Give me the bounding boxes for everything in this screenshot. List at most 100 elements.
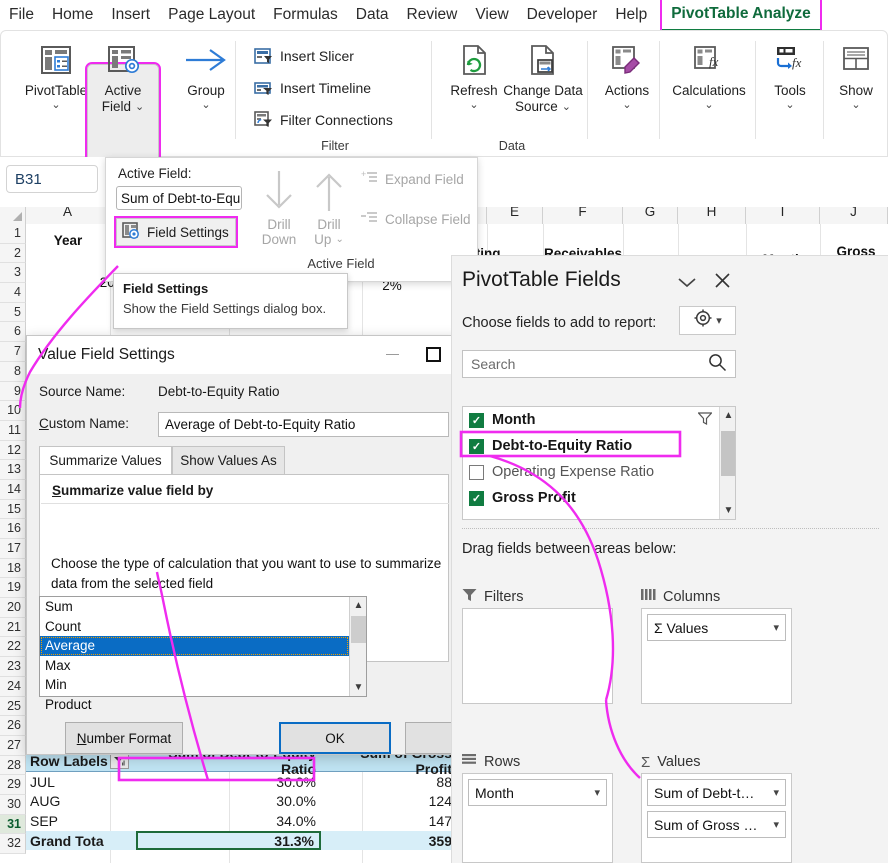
pivottable-button[interactable]: PivotTable ⌄ — [19, 37, 93, 111]
area-values-dropzone[interactable]: Sum of Debt-t… ▾ Sum of Gross … ▾ — [641, 773, 792, 863]
pivot-row-gross-profit[interactable]: 147 — [321, 813, 457, 829]
cell-A1-year[interactable]: Year — [26, 230, 110, 250]
tab-pivottable-analyze[interactable]: PivotTable Analyze — [662, 0, 820, 32]
chip-month-chevron-down-icon[interactable]: ▾ — [594, 786, 600, 799]
row-header-1[interactable]: 1 — [0, 224, 26, 244]
tab-home[interactable]: Home — [43, 0, 102, 30]
scroll-down-arrow-icon[interactable]: ▼ — [350, 679, 367, 696]
row-header-16[interactable]: 16 — [0, 519, 26, 539]
row-header-13[interactable]: 13 — [0, 460, 26, 480]
tab-view[interactable]: View — [466, 0, 517, 30]
calculations-button[interactable]: fx Calculations ⌄ — [665, 37, 753, 111]
field-item-operating-expense-ratio[interactable]: Operating Expense Ratio — [463, 459, 719, 485]
row-header-27[interactable]: 27 — [0, 736, 26, 756]
area-columns-dropzone[interactable]: Σ Values ▾ — [641, 608, 792, 704]
field-scrollbar-thumb[interactable] — [721, 431, 735, 476]
field-list-scrollbar[interactable]: ▲ ▼ — [719, 407, 735, 519]
refresh-chevron-down-icon[interactable]: ⌄ — [437, 99, 511, 111]
row-header-21[interactable]: 21 — [0, 618, 26, 638]
change-data-source-chevron-down-icon[interactable]: ⌄ — [562, 101, 571, 113]
tab-insert[interactable]: Insert — [102, 0, 159, 30]
row-header-7[interactable]: 7 — [0, 342, 26, 362]
group-button[interactable]: Group ⌄ — [169, 37, 243, 111]
tab-formulas[interactable]: Formulas — [264, 0, 347, 30]
summarize-option-average[interactable]: Average — [40, 636, 349, 656]
maximize-icon[interactable] — [426, 347, 441, 362]
checkbox-icon[interactable] — [469, 465, 484, 480]
listbox-scrollbar[interactable]: ▲ ▼ — [349, 597, 366, 696]
row-header-18[interactable]: 18 — [0, 559, 26, 579]
row-header-31[interactable]: 31 — [0, 815, 26, 835]
row-header-5[interactable]: 5 — [0, 303, 26, 323]
summarize-option-min[interactable]: Min — [40, 675, 349, 695]
dialog-tab-strip[interactable]: Summarize Values By Show Values As — [39, 446, 449, 475]
area-filters[interactable]: Filters — [462, 586, 613, 706]
active-field-button-content[interactable]: Active Field ⌄ — [88, 37, 158, 115]
field-item-debt-to-equity-ratio[interactable]: ✓Debt-to-Equity Ratio — [463, 433, 719, 459]
summarize-option-count[interactable]: Count — [40, 617, 349, 637]
chip-sum-debt-chevron-down-icon[interactable]: ▾ — [773, 786, 779, 799]
field-search-box[interactable]: Search — [462, 350, 736, 378]
actions-button[interactable]: Actions ⌄ — [595, 37, 659, 111]
pivottable-fields-pane[interactable]: PivotTable Fields Choose fields to add t… — [451, 255, 888, 863]
refresh-button[interactable]: Refresh ⌄ — [437, 37, 511, 111]
checkbox-icon[interactable]: ✓ — [469, 413, 484, 428]
field-list-options-button[interactable]: ▾ — [679, 306, 736, 335]
tools-button[interactable]: fx Tools ⌄ — [759, 37, 821, 111]
row-header-3[interactable]: 3 — [0, 263, 26, 283]
chip-values[interactable]: Σ Values ▾ — [647, 614, 786, 641]
search-input[interactable]: Search — [471, 356, 515, 372]
summarize-options-listbox[interactable]: SumCountAverageMaxMinProduct ▲ ▼ — [39, 596, 367, 697]
area-columns[interactable]: Columns Σ Values ▾ — [641, 586, 792, 706]
row-header-26[interactable]: 26 — [0, 716, 26, 736]
row-header-23[interactable]: 23 — [0, 657, 26, 677]
tab-page-layout[interactable]: Page Layout — [159, 0, 264, 30]
field-item-month[interactable]: ✓Month — [463, 407, 719, 433]
scroll-up-arrow-icon[interactable]: ▲ — [350, 597, 367, 614]
row-header-25[interactable]: 25 — [0, 697, 26, 717]
area-rows-dropzone[interactable]: Month ▾ — [462, 773, 613, 863]
filter-connections-item[interactable]: Filter Connections — [253, 107, 393, 133]
pivot-row-debt-to-equity[interactable]: 34.0% — [136, 813, 321, 829]
show-chevron-down-icon[interactable]: ⌄ — [827, 99, 885, 111]
chip-sum-of-debt-to-equity[interactable]: Sum of Debt-t… ▾ — [647, 779, 786, 806]
pivot-row-debt-to-equity[interactable]: 30.0% — [136, 793, 321, 809]
checkbox-icon[interactable]: ✓ — [469, 491, 484, 506]
row-header-24[interactable]: 24 — [0, 677, 26, 697]
group-chevron-down-icon[interactable]: ⌄ — [169, 99, 243, 111]
summarize-option-sum[interactable]: Sum — [40, 597, 349, 617]
row-header-2[interactable]: 2 — [0, 244, 26, 264]
tab-review[interactable]: Review — [398, 0, 467, 30]
row-header-28[interactable]: 28 — [0, 756, 26, 776]
value-field-settings-dialog[interactable]: Value Field Settings Source Name: Debt-t… — [26, 335, 460, 755]
area-filters-dropzone[interactable] — [462, 608, 613, 704]
pivot-data-row[interactable]: SEP34.0%147 — [26, 811, 460, 831]
ok-button[interactable]: OK — [279, 722, 391, 754]
row-header-4[interactable]: 4 — [0, 283, 26, 303]
row-header-29[interactable]: 29 — [0, 775, 26, 795]
pivot-row-gross-profit[interactable]: 124 — [321, 793, 457, 809]
checkbox-icon[interactable]: ✓ — [469, 439, 484, 454]
collapse-chevron-down-icon[interactable] — [676, 274, 698, 294]
field-item-gross-profit[interactable]: ✓Gross Profit — [463, 485, 719, 511]
field-settings-button[interactable]: Field Settings — [116, 218, 236, 246]
insert-timeline-item[interactable]: Insert Timeline — [253, 75, 371, 101]
field-scroll-down-arrow-icon[interactable]: ▼ — [720, 502, 737, 519]
row-header-15[interactable]: 15 — [0, 500, 26, 520]
grand-total-debt-to-equity[interactable]: 31.3% — [136, 831, 321, 851]
active-field-chevron-down-icon[interactable]: ⌄ — [135, 101, 144, 113]
pivot-grand-total-row[interactable]: Grand Tota 31.3% 359 — [26, 831, 460, 851]
chip-sum-gross-chevron-down-icon[interactable]: ▾ — [773, 818, 779, 831]
close-icon[interactable] — [714, 272, 731, 295]
row-header-17[interactable]: 17 — [0, 539, 26, 559]
active-field-flyout[interactable]: Active Field: Sum of Debt-to-Equ Field S… — [105, 157, 478, 282]
field-checkbox-list[interactable]: ✓Month✓Debt-to-Equity RatioOperating Exp… — [462, 406, 736, 520]
summarize-option-max[interactable]: Max — [40, 656, 349, 676]
actions-chevron-down-icon[interactable]: ⌄ — [595, 99, 659, 111]
row-header-22[interactable]: 22 — [0, 637, 26, 657]
tab-help[interactable]: Help — [606, 0, 656, 30]
scrollbar-thumb[interactable] — [351, 616, 366, 643]
ribbon-tab-bar[interactable]: File Home Insert Page Layout Formulas Da… — [0, 0, 888, 30]
row-header-12[interactable]: 12 — [0, 441, 26, 461]
tab-show-values-as[interactable]: Show Values As — [172, 446, 285, 475]
